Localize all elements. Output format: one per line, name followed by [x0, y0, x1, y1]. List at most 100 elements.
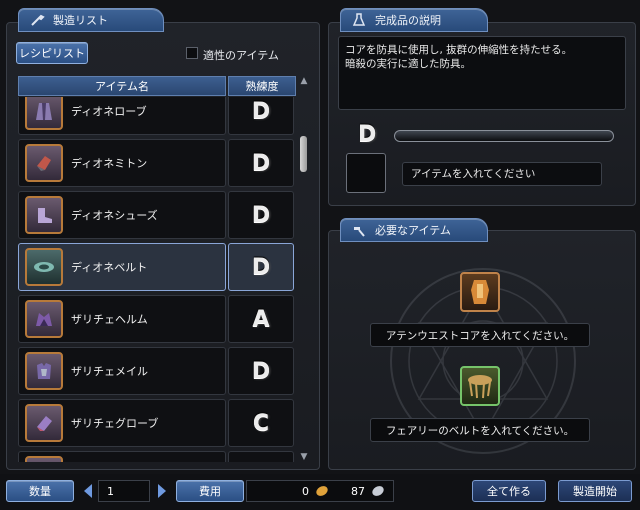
- cost-label: 費用: [176, 480, 244, 502]
- suitable-items-label: 適性のアイテム: [203, 49, 279, 62]
- glove-icon: [25, 404, 63, 442]
- flask-icon: [352, 13, 366, 26]
- grade-cell: D: [228, 97, 294, 135]
- grade-letter: A: [252, 306, 270, 332]
- list-item[interactable]: ディオネシューズ D: [18, 191, 296, 243]
- grade-cell: D: [228, 243, 294, 291]
- grade-letter: D: [251, 98, 271, 124]
- recipe-list-button[interactable]: レシピリスト: [16, 42, 88, 64]
- quantity-value: 1: [107, 484, 114, 498]
- suitable-items-checkbox[interactable]: [186, 47, 198, 59]
- start-crafting-button-label: 製造開始: [573, 485, 617, 498]
- progress-bar: [394, 130, 614, 142]
- result-slot-text-box: アイテムを入れてください: [402, 162, 602, 186]
- helm-icon: [25, 300, 63, 338]
- craft-list-title: 製造リスト: [53, 14, 108, 27]
- result-slot[interactable]: [346, 153, 386, 193]
- quantity-label: 数量: [6, 480, 74, 502]
- start-crafting-button[interactable]: 製造開始: [558, 480, 632, 502]
- required-items-title: 必要なアイテム: [375, 224, 451, 237]
- item-name: ディオネシューズ: [71, 209, 158, 222]
- item-name-cell[interactable]: ザリチェグローブ: [18, 399, 226, 447]
- mail-armor-icon: [25, 352, 63, 390]
- grade-letter: D: [251, 150, 271, 176]
- description-title: 完成品の説明: [375, 14, 441, 27]
- scroll-down-icon[interactable]: ▼: [299, 452, 309, 462]
- make-all-button[interactable]: 全て作る: [472, 480, 546, 502]
- description-text-1: コアを防具に使用し, 抜群の伸縮性を持たせる。: [345, 44, 573, 56]
- make-all-button-label: 全て作る: [487, 485, 531, 498]
- item-name-cell[interactable]: ディオネシューズ: [18, 191, 226, 239]
- required-items-tab: 必要なアイテム: [340, 218, 488, 242]
- item-name: ディオネベルト: [71, 261, 148, 274]
- description-text-2: 暗殺の実行に適した防具。: [345, 58, 471, 70]
- quantity-decrease-icon[interactable]: [81, 480, 95, 502]
- list-item[interactable]: ディオネローブ D: [18, 97, 296, 139]
- belt-item-text: フェアリーのベルトを入れてください。: [385, 424, 575, 437]
- list-item[interactable]: ディオネミトン D: [18, 139, 296, 191]
- grade-cell: [228, 451, 294, 462]
- column-proficiency[interactable]: 熟練度: [228, 76, 296, 96]
- list-scrollbar[interactable]: ▲ ▼: [298, 76, 310, 462]
- craft-list-tab: 製造リスト: [18, 8, 164, 32]
- grade-cell: D: [228, 347, 294, 395]
- result-slot-text: アイテムを入れてください: [411, 168, 536, 180]
- cost-crystal-value: 87: [351, 484, 365, 498]
- cost-display: 0 87: [246, 480, 394, 502]
- item-name-cell[interactable]: ザリチェメイル: [18, 347, 226, 395]
- core-item-text-box: アテンウエストコアを入れてください。: [370, 323, 590, 347]
- list-item[interactable]: ザリチェメイル D: [18, 347, 296, 399]
- scroll-up-icon[interactable]: ▲: [299, 76, 309, 86]
- item-name: ディオネミトン: [71, 157, 148, 170]
- item-name-cell[interactable]: ディオネローブ: [18, 97, 226, 135]
- cost-label-text: 費用: [199, 485, 221, 498]
- belt-item-text-box: フェアリーのベルトを入れてください。: [370, 418, 590, 442]
- item-name-cell[interactable]: [18, 451, 226, 462]
- item-name-cell[interactable]: ディオネミトン: [18, 139, 226, 187]
- wrench-icon: [31, 14, 45, 26]
- quantity-increase-icon[interactable]: [155, 480, 169, 502]
- core-item-text: アテンウエストコアを入れてください。: [385, 329, 575, 342]
- scroll-thumb[interactable]: [300, 136, 307, 172]
- item-name-cell[interactable]: ディオネベルト: [18, 243, 226, 291]
- mitten-icon: [25, 144, 63, 182]
- grade-letter: D: [251, 202, 271, 228]
- core-item-slot[interactable]: [460, 272, 500, 312]
- column-item-name[interactable]: アイテム名: [18, 76, 226, 96]
- belt-icon: [25, 248, 63, 286]
- list-item[interactable]: [18, 451, 296, 462]
- list-item[interactable]: ザリチェヘルム A: [18, 295, 296, 347]
- recipe-list: ディオネローブ D ディオネミトン D ディオネシューズ D ディオネベルト D…: [18, 97, 296, 462]
- result-grade: D: [358, 122, 377, 147]
- shoes-icon: [25, 196, 63, 234]
- item-name-cell[interactable]: ザリチェヘルム: [18, 295, 226, 343]
- list-header: アイテム名 熟練度: [18, 76, 296, 96]
- description-box: コアを防具に使用し, 抜群の伸縮性を持たせる。 暗殺の実行に適した防具。: [338, 36, 626, 110]
- item-name: ディオネローブ: [71, 105, 147, 118]
- robe-icon: [25, 97, 63, 130]
- grade-cell: D: [228, 191, 294, 239]
- core-icon: [471, 280, 489, 304]
- item-name: ザリチェグローブ: [71, 417, 159, 430]
- grade-letter: C: [252, 410, 270, 436]
- item-name: ザリチェメイル: [71, 365, 148, 378]
- recipe-list-button-label: レシピリスト: [19, 47, 85, 60]
- quantity-input[interactable]: 1: [98, 480, 150, 502]
- item-name: ザリチェヘルム: [71, 313, 148, 326]
- list-item-selected[interactable]: ディオネベルト D: [18, 243, 296, 295]
- grade-cell: C: [228, 399, 294, 447]
- list-item[interactable]: ザリチェグローブ C: [18, 399, 296, 451]
- description-tab: 完成品の説明: [340, 8, 488, 32]
- cost-gold-value: 0: [302, 484, 309, 498]
- quantity-label-text: 数量: [29, 485, 51, 498]
- crystal-icon: [372, 486, 384, 496]
- gold-coin-icon: [316, 486, 328, 496]
- grade-cell: D: [228, 139, 294, 187]
- grade-letter: D: [251, 358, 271, 384]
- belt-item-slot[interactable]: [460, 366, 500, 406]
- grade-cell: A: [228, 295, 294, 343]
- hammer-icon: [354, 227, 365, 237]
- grade-letter: D: [251, 254, 271, 280]
- fairy-belt-icon: [468, 375, 492, 399]
- item-icon: [25, 456, 63, 462]
